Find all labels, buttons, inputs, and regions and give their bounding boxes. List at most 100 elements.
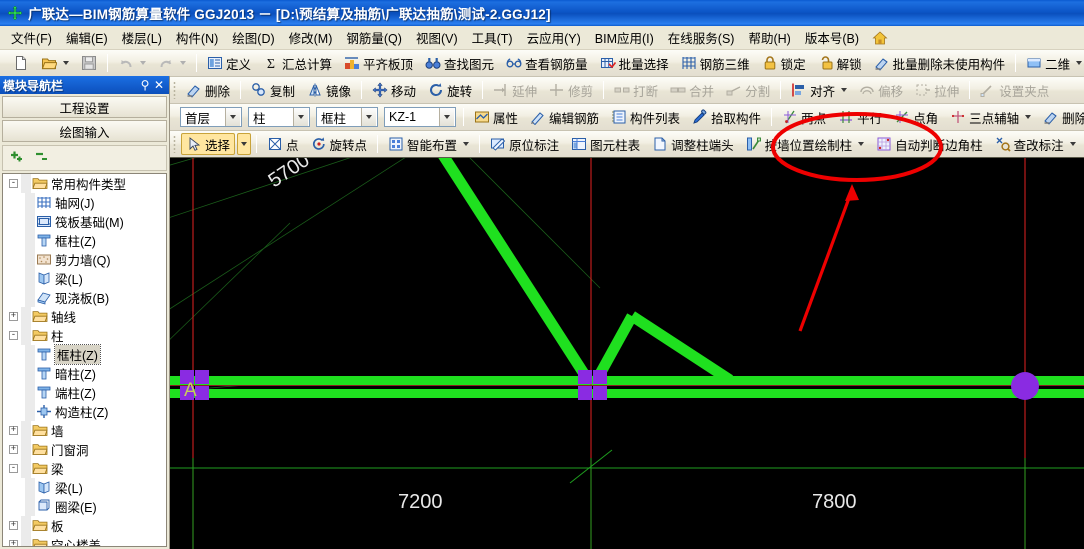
expand-node-icon[interactable]: + <box>9 426 18 435</box>
menu-bim[interactable]: BIM应用(I) <box>588 25 661 50</box>
menu-component[interactable]: 构件(N) <box>169 25 225 50</box>
close-icon[interactable]: ✕ <box>152 78 166 92</box>
batch-select-button[interactable]: 批量选择 <box>595 52 674 74</box>
component-type-combo[interactable]: 框柱 <box>316 107 378 127</box>
category-combo-arrow[interactable] <box>293 108 308 126</box>
point-place-button[interactable]: 点 <box>262 133 304 155</box>
expand-node-icon[interactable]: + <box>9 540 18 546</box>
drawing-canvas[interactable]: 5700 7200 7800 A <box>170 158 1084 549</box>
tree-frame-column-common[interactable]: 框柱(Z) <box>3 231 166 250</box>
tree-end-column[interactable]: 端柱(Z) <box>3 383 166 402</box>
view-rebar-qty-button[interactable]: 查看钢筋量 <box>501 52 593 74</box>
tree-common-component-types[interactable]: - 常用构件类型 <box>3 174 166 193</box>
save-button[interactable] <box>76 52 102 74</box>
floor-combo[interactable]: 首层 <box>180 107 242 127</box>
set-grip-button[interactable]: 设置夹点 <box>975 79 1054 101</box>
collapse-node-icon[interactable]: - <box>9 331 18 340</box>
adjust-column-end-button[interactable]: 调整柱端头 <box>647 133 739 155</box>
component-list-button[interactable]: 构件列表 <box>606 106 685 128</box>
select-dropdown[interactable] <box>237 133 252 155</box>
collapse-node-icon[interactable]: - <box>9 464 18 473</box>
tree-axis-lines[interactable]: + 轴线 <box>3 307 166 326</box>
expand-node-icon[interactable]: + <box>9 445 18 454</box>
tree-walls[interactable]: + 墙 <box>3 421 166 440</box>
component-name-combo-arrow[interactable] <box>439 108 454 126</box>
tree-axis-grid[interactable]: 轴网(J) <box>3 193 166 212</box>
trim-button[interactable]: 修剪 <box>544 79 598 101</box>
pin-icon[interactable]: ⚲ <box>138 78 152 92</box>
open-file-caret[interactable] <box>63 61 69 65</box>
tree-frame-column[interactable]: 框柱(Z) <box>3 344 166 365</box>
lock-button[interactable]: 锁定 <box>757 52 811 74</box>
properties-button[interactable]: 属性 <box>469 106 523 128</box>
rotate-point-button[interactable]: 旋转点 <box>306 133 373 155</box>
align-caret[interactable] <box>841 88 848 92</box>
three-point-aux-axis-button[interactable]: 三点辅轴 <box>945 106 1036 128</box>
new-file-button[interactable] <box>8 52 34 74</box>
select-caret[interactable] <box>241 142 248 146</box>
tree-hollow-floor[interactable]: + 空心楼盖 <box>3 535 166 546</box>
tree-beam[interactable]: 梁(L) <box>3 478 166 497</box>
menu-help[interactable]: 帮助(H) <box>741 25 797 50</box>
modify-toolbar-grip[interactable] <box>173 81 176 99</box>
expand-all-button[interactable] <box>9 149 26 167</box>
menu-draw[interactable]: 绘图(D) <box>225 25 281 50</box>
draw-column-by-wall-caret[interactable] <box>858 142 865 146</box>
mirror-button[interactable]: 镜像 <box>302 79 356 101</box>
collapse-node-icon[interactable]: - <box>9 179 18 188</box>
select-button[interactable]: 选择 <box>181 133 236 155</box>
column-toolbar-grip[interactable] <box>173 135 176 153</box>
tree-structural-column[interactable]: 构造柱(Z) <box>3 402 166 421</box>
tree-door-window-opening[interactable]: + 门窗洞 <box>3 440 166 459</box>
menu-view[interactable]: 视图(V) <box>409 25 465 50</box>
category-combo[interactable]: 柱 <box>248 107 310 127</box>
canvas-drawing[interactable]: 5700 7200 7800 A <box>170 158 1084 549</box>
redo-button[interactable] <box>153 52 191 74</box>
tree-slabs[interactable]: + 板 <box>3 516 166 535</box>
define-button[interactable]: 定义 <box>202 52 256 74</box>
offset-button[interactable]: 偏移 <box>854 79 908 101</box>
tree-columns[interactable]: -柱 <box>3 326 166 345</box>
point-angle-button[interactable]: 点角 <box>889 106 943 128</box>
delete-button[interactable]: 删除 <box>181 79 235 101</box>
pick-component-button[interactable]: 拾取构件 <box>687 106 766 128</box>
tree-raft-foundation[interactable]: 筏板基础(M) <box>3 212 166 231</box>
floor-combo-arrow[interactable] <box>225 108 240 126</box>
tree-beam-common[interactable]: 梁(L) <box>3 269 166 288</box>
menu-online-service[interactable]: 在线服务(S) <box>661 25 742 50</box>
view-2d-button[interactable]: 二维 <box>1021 52 1084 74</box>
tree-shear-wall[interactable]: 剪力墙(Q) <box>3 250 166 269</box>
expand-node-icon[interactable]: + <box>9 312 18 321</box>
check-edit-annotation-caret[interactable] <box>1069 142 1076 146</box>
rebar-3d-button[interactable]: 钢筋三维 <box>676 52 755 74</box>
menu-rebar-qty[interactable]: 钢筋量(Q) <box>339 25 409 50</box>
redo-caret[interactable] <box>180 61 186 65</box>
collapse-all-button[interactable] <box>34 149 51 167</box>
unlock-button[interactable]: 解锁 <box>813 52 867 74</box>
tree-hidden-column[interactable]: 暗柱(Z) <box>3 364 166 383</box>
two-point-button[interactable]: 两点 <box>777 106 831 128</box>
split-button[interactable]: 分割 <box>721 79 775 101</box>
menu-edit[interactable]: 编辑(E) <box>59 25 115 50</box>
check-edit-annotation-button[interactable]: 查改标注 <box>990 133 1081 155</box>
align-button[interactable]: 对齐 <box>786 79 852 101</box>
stretch-button[interactable]: 拉伸 <box>910 79 964 101</box>
extend-button[interactable]: 延伸 <box>488 79 542 101</box>
view-2d-caret[interactable] <box>1076 61 1083 65</box>
menu-modify[interactable]: 修改(M) <box>282 25 340 50</box>
undo-button[interactable] <box>113 52 151 74</box>
find-element-button[interactable]: 查找图元 <box>420 52 499 74</box>
tree-cast-slab[interactable]: 现浇板(B) <box>3 288 166 307</box>
rotate-button[interactable]: 旋转 <box>423 79 477 101</box>
merge-button[interactable]: 合并 <box>665 79 719 101</box>
move-button[interactable]: 移动 <box>367 79 421 101</box>
delete-aux-axis-button[interactable]: 删除辅轴 <box>1038 106 1084 128</box>
menu-floor[interactable]: 楼层(L) <box>115 25 169 50</box>
align-slab-top-button[interactable]: 平齐板顶 <box>339 52 418 74</box>
three-point-aux-axis-caret[interactable] <box>1025 115 1032 119</box>
tab-drawing-input[interactable]: 绘图输入 <box>2 120 167 142</box>
element-column-table-button[interactable]: 图元柱表 <box>566 133 645 155</box>
expand-node-icon[interactable]: + <box>9 521 18 530</box>
undo-caret[interactable] <box>140 61 146 65</box>
home-icon[interactable] <box>872 30 888 46</box>
